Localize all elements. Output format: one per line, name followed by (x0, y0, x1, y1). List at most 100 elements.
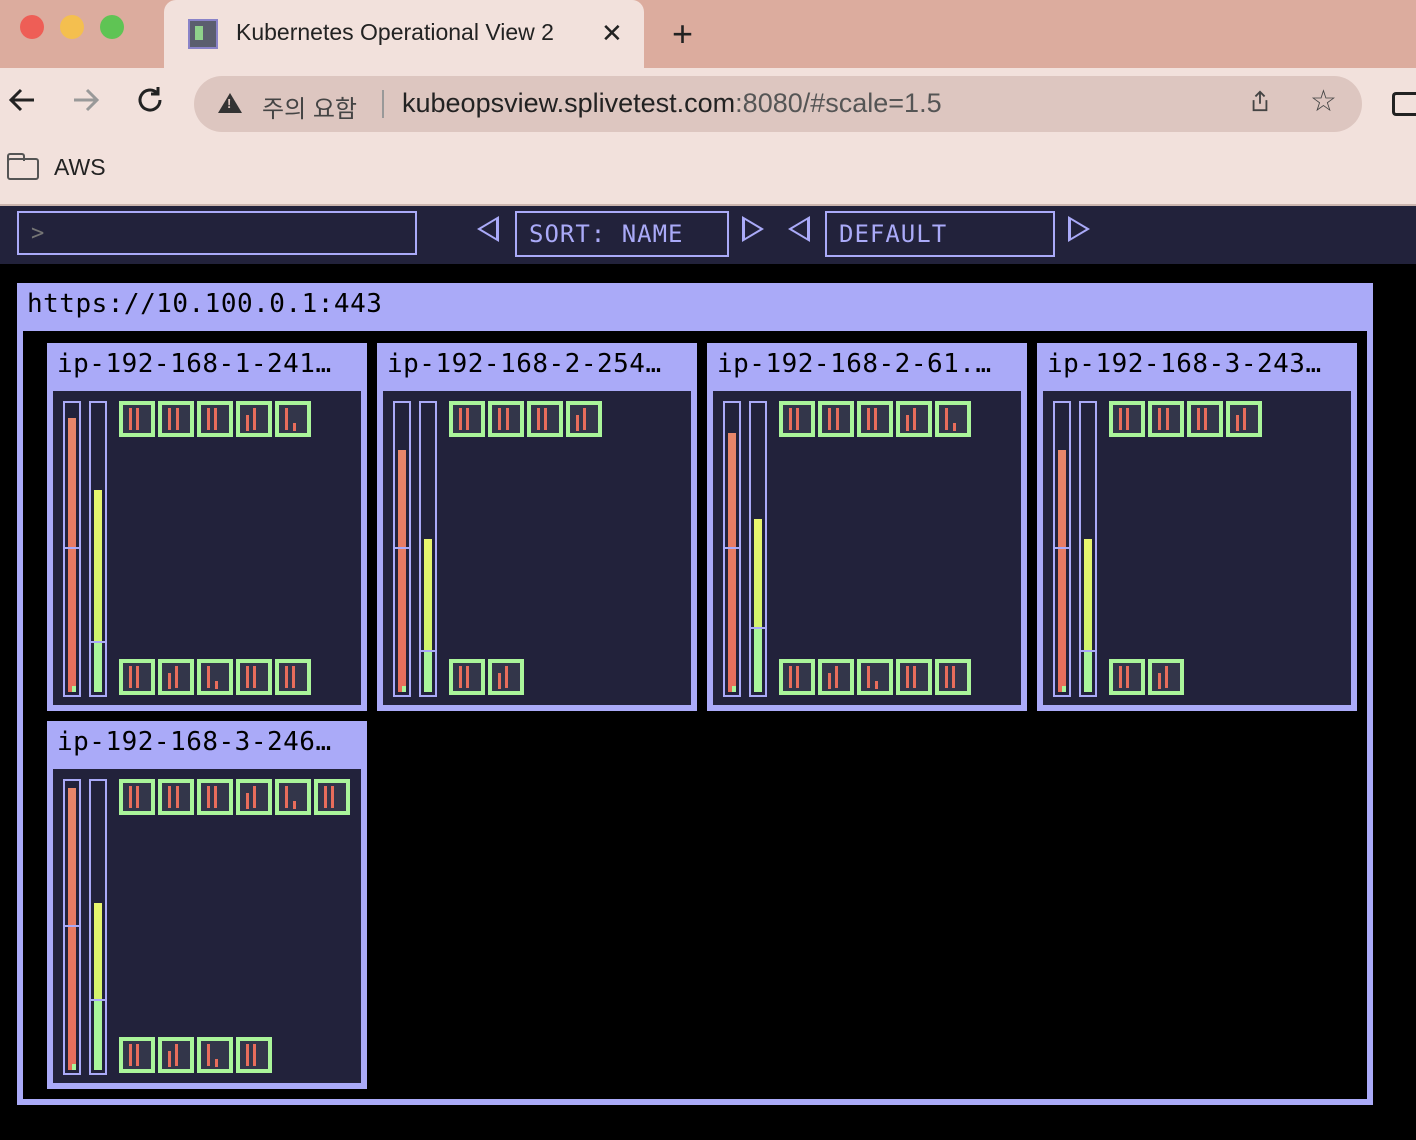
cpu-usage-bar[interactable] (723, 401, 741, 697)
pod-usage-mark (906, 415, 909, 431)
sort-prev-button[interactable] (477, 216, 499, 242)
node-card[interactable]: ip-192-168-1-241… (47, 343, 367, 711)
pod-usage-mark (292, 666, 295, 688)
pod[interactable] (314, 779, 350, 815)
pod-usage-mark (466, 408, 469, 430)
sort-selector[interactable]: SORT: NAME (515, 211, 729, 257)
memory-usage-bar[interactable] (749, 401, 767, 697)
address-divider (382, 90, 384, 118)
system-pod[interactable] (896, 659, 932, 695)
memory-usage-bar[interactable] (1079, 401, 1097, 697)
pod[interactable] (197, 401, 233, 437)
cpu-usage-bar[interactable] (393, 401, 411, 697)
side-panel-icon[interactable] (1392, 92, 1416, 116)
memory-usage-bar[interactable] (419, 401, 437, 697)
system-pod[interactable] (857, 659, 893, 695)
system-pod[interactable] (449, 659, 485, 695)
maximize-window-button[interactable] (100, 15, 124, 39)
cluster-nodes-area: ip-192-168-1-241… ip-192-168-2-254… ip-192… (23, 331, 1367, 1099)
pod[interactable] (275, 779, 311, 815)
system-pod[interactable] (236, 1037, 272, 1073)
system-pod[interactable] (158, 1037, 194, 1073)
sort-next-button[interactable] (742, 216, 764, 242)
bookmark-star-icon[interactable]: ☆ (1310, 84, 1337, 119)
forward-button[interactable] (70, 84, 102, 125)
node-card[interactable]: ip-192-168-2-254… (377, 343, 697, 711)
pod[interactable] (119, 401, 155, 437)
system-pod[interactable] (119, 659, 155, 695)
pod[interactable] (896, 401, 932, 437)
theme-prev-button[interactable] (788, 216, 810, 242)
share-icon[interactable] (1250, 90, 1270, 112)
pod[interactable] (818, 401, 854, 437)
cpu-requested-fill (402, 686, 406, 692)
reload-button[interactable] (134, 84, 166, 125)
close-window-button[interactable] (20, 15, 44, 39)
pod-usage-mark (136, 786, 139, 808)
pod-usage-mark (867, 408, 870, 430)
pod[interactable] (779, 401, 815, 437)
pod[interactable] (566, 401, 602, 437)
tab-close-icon[interactable]: ✕ (601, 16, 623, 50)
pod[interactable] (935, 401, 971, 437)
cpu-usage-bar[interactable] (63, 779, 81, 1075)
cpu-usage-bar[interactable] (63, 401, 81, 697)
memory-usage-bar[interactable] (89, 401, 107, 697)
url-path: :8080/#scale=1.5 (735, 88, 942, 118)
folder-icon[interactable] (7, 153, 39, 180)
theme-next-button[interactable] (1068, 216, 1090, 242)
url-text[interactable]: kubeopsview.splivetest.com:8080/#scale=1… (402, 88, 942, 119)
system-pod[interactable] (197, 1037, 233, 1073)
system-pod[interactable] (818, 659, 854, 695)
back-button[interactable] (6, 84, 38, 125)
pod[interactable] (527, 401, 563, 437)
system-pod[interactable] (197, 659, 233, 695)
pod[interactable] (1226, 401, 1262, 437)
system-pod[interactable] (236, 659, 272, 695)
active-tab[interactable]: Kubernetes Operational View 2 ✕ (164, 0, 644, 68)
pod[interactable] (488, 401, 524, 437)
system-pod[interactable] (779, 659, 815, 695)
pod[interactable] (158, 779, 194, 815)
filter-input[interactable] (17, 211, 417, 255)
pod[interactable] (236, 779, 272, 815)
pod-usage-mark (789, 666, 792, 688)
theme-selector[interactable]: DEFAULT (825, 211, 1055, 257)
pod[interactable] (275, 401, 311, 437)
pod[interactable] (857, 401, 893, 437)
cpu-capacity-tick (725, 547, 739, 549)
pod-usage-mark (175, 666, 178, 688)
pod[interactable] (1109, 401, 1145, 437)
pod[interactable] (236, 401, 272, 437)
memory-usage-bar[interactable] (89, 779, 107, 1075)
system-pod[interactable] (275, 659, 311, 695)
node-card[interactable]: ip-192-168-3-243… (1037, 343, 1357, 711)
minimize-window-button[interactable] (60, 15, 84, 39)
address-bar[interactable]: 주의 요함 kubeopsview.splivetest.com:8080/#s… (194, 76, 1362, 132)
pod[interactable] (197, 779, 233, 815)
bookmark-aws[interactable]: AWS (54, 154, 106, 181)
pod[interactable] (158, 401, 194, 437)
pod[interactable] (119, 779, 155, 815)
cpu-usage-bar[interactable] (1053, 401, 1071, 697)
cpu-requested-fill (72, 686, 76, 692)
pod-usage-mark (913, 666, 916, 688)
pod-usage-mark (506, 408, 509, 430)
pod-usage-mark (129, 1044, 132, 1066)
pod[interactable] (1187, 401, 1223, 437)
node-card[interactable]: ip-192-168-3-246… (47, 721, 367, 1089)
new-tab-button[interactable]: + (672, 14, 693, 54)
url-host: kubeopsview.splivetest.com (402, 88, 736, 118)
node-card[interactable]: ip-192-168-2-61.… (707, 343, 1027, 711)
pod[interactable] (1148, 401, 1184, 437)
system-pod[interactable] (119, 1037, 155, 1073)
pod-usage-mark (129, 666, 132, 688)
system-pod[interactable] (1109, 659, 1145, 695)
pod[interactable] (449, 401, 485, 437)
warning-icon[interactable] (218, 93, 242, 113)
system-pod[interactable] (935, 659, 971, 695)
security-label[interactable]: 주의 요함 (262, 89, 357, 124)
system-pod[interactable] (488, 659, 524, 695)
system-pod[interactable] (158, 659, 194, 695)
system-pod[interactable] (1148, 659, 1184, 695)
